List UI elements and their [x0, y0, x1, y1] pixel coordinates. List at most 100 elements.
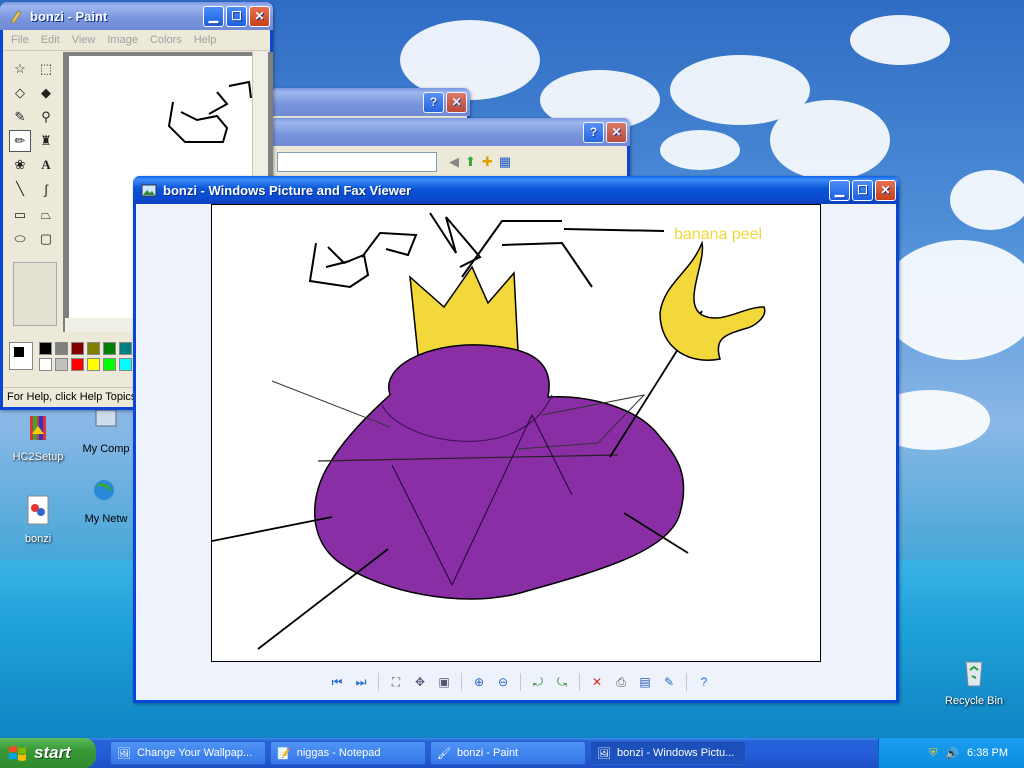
clock[interactable]: 6:38 PM [967, 747, 1008, 759]
print-icon[interactable]: ⎙ [612, 673, 630, 691]
maximize-button[interactable]: ☐ [852, 179, 873, 201]
minimize-button[interactable]: ▁ [203, 5, 224, 27]
color-swatch[interactable] [55, 342, 68, 355]
close-button[interactable]: ✕ [249, 5, 270, 27]
tool-options[interactable] [13, 262, 57, 326]
rotate-counterclockwise-icon[interactable]: ⤿ [553, 673, 571, 691]
close-button[interactable]: ✕ [606, 121, 627, 143]
taskbar-item-paint[interactable]: 🖌 bonzi - Paint [430, 741, 586, 765]
eraser-icon[interactable]: ◇ [9, 82, 31, 104]
views-icon[interactable]: ▦ [499, 154, 511, 170]
color-swatch[interactable] [39, 342, 52, 355]
taskbar-item-label: niggas - Notepad [296, 747, 381, 759]
next-image-icon[interactable]: ⏭ [352, 673, 370, 691]
new-folder-icon[interactable]: ✚ [482, 154, 493, 170]
menu-file[interactable]: File [11, 34, 29, 46]
taskbar-item-picture-viewer[interactable]: 🖼 bonzi - Windows Pictu... [590, 741, 746, 765]
start-button[interactable]: start [0, 738, 96, 768]
image-caption: banana peel [674, 226, 762, 243]
help-icon[interactable]: ? [695, 673, 713, 691]
title-bar[interactable]: bonzi - Paint ▁ ☐ ✕ [0, 2, 273, 30]
polygon-icon[interactable]: ⏢ [35, 204, 57, 226]
airbrush-icon[interactable]: ❀ [9, 154, 31, 176]
item-label: My Comp [82, 443, 130, 455]
menu-help[interactable]: Help [194, 34, 217, 46]
folder-dropdown[interactable] [277, 152, 437, 172]
display-properties-icon: 🖼 [117, 747, 131, 760]
text-icon[interactable]: A [35, 154, 57, 176]
help-button[interactable]: ? [423, 91, 444, 113]
slideshow-icon[interactable]: ▣ [435, 673, 453, 691]
network-icon [94, 480, 114, 500]
up-folder-icon[interactable]: ⬆ [465, 154, 476, 170]
color-swatch[interactable] [71, 358, 84, 371]
desktop-icon-bonzi[interactable]: bonzi [0, 494, 76, 545]
color-swatch[interactable] [71, 342, 84, 355]
color-swatch[interactable] [87, 342, 100, 355]
rotate-clockwise-icon[interactable]: ⤾ [529, 673, 547, 691]
viewer-toolbar: ⏮ ⏭ ⛶ ✥ ▣ ⊕ ⊖ ⤾ ⤿ ✕ ⎙ ▤ ✎ ? [328, 670, 713, 694]
pencil-icon[interactable]: ✏ [9, 130, 31, 152]
color-swatch[interactable] [87, 358, 100, 371]
color-swatch[interactable] [119, 342, 132, 355]
image-display: banana peel [211, 204, 821, 662]
desktop-icon-label: HC2Setup [12, 451, 64, 463]
taskbar-item-wallpaper[interactable]: 🖼 Change Your Wallpap... [110, 741, 266, 765]
zoom-in-icon[interactable]: ⊕ [470, 673, 488, 691]
start-label: start [34, 743, 71, 762]
menu-colors[interactable]: Colors [150, 34, 182, 46]
best-fit-icon[interactable]: ⛶ [387, 673, 405, 691]
taskbar-item-notepad[interactable]: 📝 niggas - Notepad [270, 741, 426, 765]
taskbar-item-label: bonzi - Paint [456, 747, 519, 759]
my-computer-icon-item[interactable]: My Comp [76, 404, 136, 455]
windows-flag-icon [9, 746, 26, 761]
ellipse-icon[interactable]: ⬭ [9, 228, 31, 250]
previous-image-icon[interactable]: ⏮ [328, 673, 346, 691]
close-button[interactable]: ✕ [875, 179, 896, 201]
minimize-button[interactable]: ▁ [829, 179, 850, 201]
title-bar[interactable]: bonzi - Windows Picture and Fax Viewer ▁… [133, 176, 899, 204]
title-bar[interactable]: ? ✕ [270, 88, 470, 116]
maximize-button[interactable]: ☐ [226, 5, 247, 27]
taskbar: start 🖼 Change Your Wallpap... 📝 niggas … [0, 738, 1024, 768]
fill-icon[interactable]: ◆ [35, 82, 57, 104]
zoom-out-icon[interactable]: ⊖ [494, 673, 512, 691]
actual-size-icon[interactable]: ✥ [411, 673, 429, 691]
edit-icon[interactable]: ✎ [660, 673, 678, 691]
color-swatch[interactable] [39, 358, 52, 371]
window-title: bonzi - Paint [30, 8, 108, 24]
rounded-rect-icon[interactable]: ▢ [35, 228, 57, 250]
menu-view[interactable]: View [72, 34, 96, 46]
desktop-icon-label: Recycle Bin [944, 695, 1004, 707]
line-icon[interactable]: ╲ [9, 178, 31, 200]
title-bar[interactable]: ? ✕ [270, 118, 630, 146]
save-icon[interactable]: ▤ [636, 673, 654, 691]
magnifier-icon[interactable]: ⚲ [35, 106, 57, 128]
paint-app-icon [10, 10, 22, 24]
color-swatch[interactable] [55, 358, 68, 371]
desktop-icon-hc2setup[interactable]: HC2Setup [0, 412, 76, 463]
delete-icon[interactable]: ✕ [588, 673, 606, 691]
desktop-icon-recycle-bin[interactable]: Recycle Bin [936, 656, 1012, 707]
brush-icon[interactable]: ♜ [35, 130, 57, 152]
menu-edit[interactable]: Edit [41, 34, 60, 46]
current-colors[interactable] [9, 342, 33, 370]
menu-image[interactable]: Image [107, 34, 138, 46]
eyedropper-icon[interactable]: ✎ [9, 106, 31, 128]
help-button[interactable]: ? [583, 121, 604, 143]
color-swatch[interactable] [103, 342, 116, 355]
desktop-icon-label: bonzi [24, 533, 52, 545]
curve-icon[interactable]: ∫ [35, 178, 57, 200]
color-swatch[interactable] [103, 358, 116, 371]
free-select-icon[interactable]: ☆ [9, 58, 31, 80]
color-swatch[interactable] [119, 358, 132, 371]
system-tray: ⛨ 🔊 6:38 PM [878, 738, 1024, 768]
security-shield-icon[interactable]: ⛨ [929, 747, 937, 760]
close-button[interactable]: ✕ [446, 91, 467, 113]
rectangle-icon[interactable]: ▭ [9, 204, 31, 226]
picture-viewer-window[interactable]: bonzi - Windows Picture and Fax Viewer ▁… [133, 176, 899, 703]
my-network-icon-item[interactable]: My Netw [76, 474, 136, 525]
back-icon[interactable]: ◀ [449, 154, 459, 170]
rect-select-icon[interactable]: ⬚ [35, 58, 57, 80]
volume-icon[interactable]: 🔊 [945, 747, 959, 760]
